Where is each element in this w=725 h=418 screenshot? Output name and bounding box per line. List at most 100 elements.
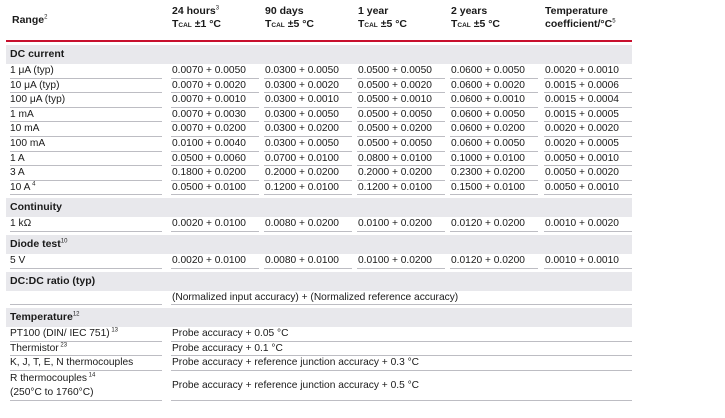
tcal-sub: CAL [178,22,192,29]
value-cell: 0.0300 + 0.0050 [264,108,352,123]
value-cell: 0.1800 + 0.0200 [171,166,259,181]
table-row: 1 kΩ 0.0020 + 0.0100 0.0080 + 0.0200 0.0100… [6,217,632,232]
value-cell: 0.0050 + 0.0010 [544,152,632,167]
row-label: 10 mA [10,122,162,137]
value-cell: 0.0300 + 0.0050 [264,64,352,79]
value-cell: 0.0800 + 0.0100 [357,152,445,167]
row-label-text: R thermocouples [10,372,88,384]
row-label: 10 μA (typ) [10,79,162,94]
section-title: Temperature [10,311,73,324]
range-header: Range2 [12,14,47,27]
section-title: Diode test [10,237,61,250]
row-label: PT100 (DIN/ IEC 751) 13 [10,327,162,342]
row-label: 100 μA (typ) [10,93,162,108]
row-label-text: 10 μA (typ) [10,79,60,91]
col-title: 1 year [358,5,389,17]
accuracy-text: Probe accuracy + 0.1 °C [171,342,632,357]
row-label-text: 10 mA [10,123,40,135]
value-cell: 0.0070 + 0.0020 [171,79,259,94]
table-row: 1 μA (typ) 0.0070 + 0.0050 0.0300 + 0.0050… [6,64,632,79]
section-temperature: Temperature12 [6,308,632,328]
table-row: 5 V 0.0020 + 0.0100 0.0080 + 0.0100 0.0100 … [6,254,632,269]
col-title: 2 years [451,5,488,17]
value-cell: 0.0600 + 0.0050 [450,108,538,123]
tcal-sub: CAL [364,22,378,29]
col-1y-header: 1 year TCAL ±5 °C [358,5,407,32]
table-row: 10 μA (typ) 0.0070 + 0.0020 0.0300 + 0.002… [6,79,632,94]
value-cell: 0.1500 + 0.0100 [450,181,538,196]
row-label: 10 A 4 [10,181,162,196]
section-note: 12 [72,311,80,318]
row-label: 1 kΩ [10,217,162,232]
value-cell: 0.0080 + 0.0200 [264,217,352,232]
tcal-value: ±1 °C [194,18,222,30]
accuracy-text: Probe accuracy + 0.05 °C [171,327,632,342]
row-label-text: K, J, T, E, N thermocouples [10,357,134,369]
value-cell: 0.0070 + 0.0200 [171,122,259,137]
value-cell: 0.0020 + 0.0100 [171,217,259,232]
value-cell: 0.1200 + 0.0100 [357,181,445,196]
value-cell: 0.2300 + 0.0200 [450,166,538,181]
value-cell: 0.0600 + 0.0050 [450,64,538,79]
value-cell: 0.0300 + 0.0010 [264,93,352,108]
dc-current-rows: 1 μA (typ) 0.0070 + 0.0050 0.0300 + 0.0050… [6,64,632,196]
table-row: 10 mA 0.0070 + 0.0200 0.0300 + 0.0200 0.050… [6,122,632,137]
value-cell: 0.0070 + 0.0050 [171,64,259,79]
accuracy-text: Probe accuracy + reference junction accu… [171,371,632,401]
col-24h-header: 24 hours3 TCAL ±1 °C [172,5,221,32]
spec-table: Range2 24 hours3 TCAL ±1 °C 90 days TCAL… [6,0,632,401]
value-cell: 0.0500 + 0.0200 [357,122,445,137]
row-label: R thermocouples 14 (250°C to 1760°C) [10,371,162,401]
value-cell: 0.0120 + 0.0200 [450,217,538,232]
col-note: 5 [612,18,616,25]
col-tempco-header: Temperature coefficient/°C5 [545,5,616,31]
table-row: PT100 (DIN/ IEC 751) 13 Probe accuracy + … [6,327,632,342]
row-label: 1 mA [10,108,162,123]
section-diode-test: Diode test10 [6,234,632,254]
row-label-text: 10 A [10,181,31,193]
row-label-text: 1 mA [10,108,34,120]
table-row: 100 mA 0.0100 + 0.0040 0.0300 + 0.0050 0.05… [6,137,632,152]
value-cell: 0.0500 + 0.0060 [171,152,259,167]
table-row: 3 A 0.1800 + 0.0200 0.2000 + 0.0200 0.2000 … [6,166,632,181]
value-cell: 0.1000 + 0.0100 [450,152,538,167]
value-cell: 0.0300 + 0.0200 [264,122,352,137]
ratio-formula: (Normalized input accuracy) + (Normalize… [171,291,632,306]
value-cell: 0.0600 + 0.0010 [450,93,538,108]
value-cell: 0.0015 + 0.0005 [544,108,632,123]
col-2y-header: 2 years TCAL ±5 °C [451,5,500,32]
row-label-text: Thermistor [10,342,59,354]
value-cell: 0.0600 + 0.0020 [450,79,538,94]
value-cell: 0.0300 + 0.0050 [264,137,352,152]
row-note: 14 [87,372,96,379]
table-row: 100 μA (typ) 0.0070 + 0.0010 0.0300 + 0.00… [6,93,632,108]
row-label: 1 A [10,152,162,167]
value-cell: 0.0500 + 0.0100 [171,181,259,196]
section-note: 10 [60,238,68,245]
row-note: 13 [109,327,118,334]
tcal-label: TCAL ±5 °C [265,18,314,32]
section-continuity: Continuity [6,198,632,218]
table-row: R thermocouples 14 (250°C to 1760°C) Probe… [6,371,632,401]
row-label [10,291,162,306]
value-cell: 0.0015 + 0.0006 [544,79,632,94]
row-label-text: 1 A [10,152,25,164]
value-cell: 0.0100 + 0.0200 [357,217,445,232]
tcal-sub: CAL [271,22,285,29]
row-label-text: 1 kΩ [10,218,32,230]
value-cell: 0.0100 + 0.0200 [357,254,445,269]
value-cell: 0.0070 + 0.0010 [171,93,259,108]
row-note: 23 [58,342,68,349]
value-cell: 0.0015 + 0.0004 [544,93,632,108]
table-row: K, J, T, E, N thermocouples Probe accurac… [6,356,632,371]
value-cell: 0.0500 + 0.0050 [357,108,445,123]
table-row: 1 mA 0.0070 + 0.0030 0.0300 + 0.0050 0.0500… [6,108,632,123]
value-cell: 0.2000 + 0.0200 [357,166,445,181]
row-label: 5 V [10,254,162,269]
value-cell: 0.0020 + 0.0010 [544,64,632,79]
row-label: 1 μA (typ) [10,64,162,79]
temperature-rows: PT100 (DIN/ IEC 751) 13 Probe accuracy + … [6,327,632,401]
value-cell: 0.0500 + 0.0050 [357,137,445,152]
range-note: 2 [44,14,48,21]
col-title-2: coefficient/°C [545,18,613,30]
